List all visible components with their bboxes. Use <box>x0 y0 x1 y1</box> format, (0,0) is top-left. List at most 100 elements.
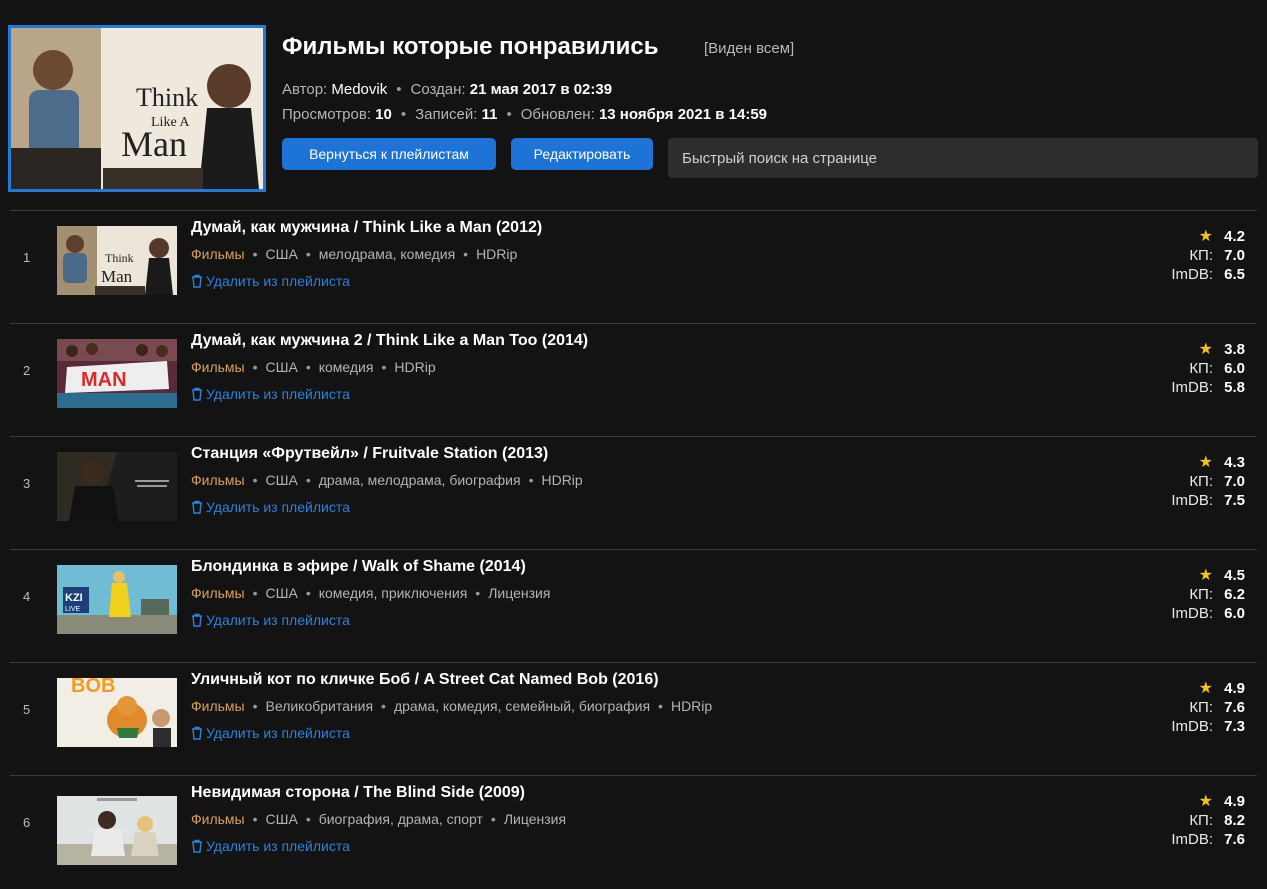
back-to-playlists-button[interactable]: Вернуться к плейлистам <box>282 138 496 170</box>
kp-rating: 6.0 <box>1224 360 1245 377</box>
movie-poster[interactable]: MAN <box>57 339 177 408</box>
remove-label: Удалить из плейлиста <box>206 612 350 628</box>
separator-dot: • <box>381 359 387 375</box>
views-label: Просмотров: <box>282 106 371 123</box>
genres: драма, мелодрама, биография <box>318 472 521 488</box>
updated-label: Обновлен: <box>520 106 595 123</box>
list-item: 4 KZI LIVE Блондинка в эфире / Walk of S… <box>0 550 1267 663</box>
country: США <box>265 246 298 262</box>
remove-label: Удалить из плейлиста <box>206 386 350 402</box>
separator-dot: • <box>400 106 407 123</box>
separator-dot: • <box>506 106 512 123</box>
remove-label: Удалить из плейлиста <box>206 499 350 515</box>
svg-text:BOB: BOB <box>71 678 115 697</box>
kp-rating: 7.6 <box>1224 699 1245 716</box>
category-link[interactable]: Фильмы <box>191 472 245 488</box>
remove-from-playlist-link[interactable]: Удалить из плейлиста <box>191 499 350 515</box>
remove-from-playlist-link[interactable]: Удалить из плейлиста <box>191 612 350 628</box>
imdb-label: ImDB: <box>1171 831 1213 848</box>
user-rating: 4.9 <box>1224 793 1245 810</box>
kp-label: КП: <box>1189 473 1213 490</box>
ratings: ★ 4.9 КП: 8.2 ImDB: 7.6 <box>1171 792 1245 849</box>
movie-info: Фильмы • США • комедия • HDRip <box>191 359 436 375</box>
category-link[interactable]: Фильмы <box>191 585 245 601</box>
star-icon: ★ <box>1198 341 1213 358</box>
ratings: ★ 4.3 КП: 7.0 ImDB: 7.5 <box>1171 453 1245 510</box>
item-number: 4 <box>23 589 31 604</box>
quality: HDRip <box>670 698 713 714</box>
svg-text:Think: Think <box>136 83 198 112</box>
movie-title-link[interactable]: Уличный кот по кличке Боб / A Street Cat… <box>191 671 659 689</box>
imdb-rating: 7.5 <box>1224 492 1245 509</box>
separator-dot: • <box>305 585 311 601</box>
imdb-rating: 5.8 <box>1224 379 1245 396</box>
country: США <box>265 359 298 375</box>
movie-title-link[interactable]: Блондинка в эфире / Walk of Shame (2014) <box>191 558 526 576</box>
remove-from-playlist-link[interactable]: Удалить из плейлиста <box>191 273 350 289</box>
entries-label: Записей: <box>415 106 478 123</box>
quality: HDRip <box>476 246 518 262</box>
item-number: 3 <box>23 476 31 491</box>
entries-count: 11 <box>481 106 498 123</box>
remove-from-playlist-link[interactable]: Удалить из плейлиста <box>191 386 350 402</box>
svg-text:Man: Man <box>121 124 187 164</box>
category-link[interactable]: Фильмы <box>191 811 245 827</box>
star-icon: ★ <box>1198 793 1213 810</box>
visibility-badge: [Виден всем] <box>704 40 795 57</box>
user-rating: 4.3 <box>1224 454 1245 471</box>
list-item: 5 BOB Уличный кот по кличке Боб / A Stre… <box>0 663 1267 776</box>
separator-dot: • <box>252 359 258 375</box>
genres: комедия, приключения <box>318 585 468 601</box>
imdb-rating: 6.5 <box>1224 266 1245 283</box>
imdb-label: ImDB: <box>1171 379 1213 396</box>
movie-info: Фильмы • США • биография, драма, спорт • Лицен… <box>191 811 566 827</box>
movie-poster[interactable] <box>57 452 177 521</box>
movie-poster[interactable]: Think Man <box>57 226 177 295</box>
svg-text:MAN: MAN <box>81 369 127 391</box>
user-rating: 4.5 <box>1224 567 1245 584</box>
edit-button[interactable]: Редактировать <box>511 138 653 170</box>
item-number: 2 <box>23 363 31 378</box>
author-label: Автор: <box>282 81 328 98</box>
playlist-cover-image: Think Like A Man <box>8 25 266 192</box>
category-link[interactable]: Фильмы <box>191 698 245 714</box>
separator-dot: • <box>305 246 311 262</box>
quality: HDRip <box>394 359 436 375</box>
star-icon: ★ <box>1198 228 1213 245</box>
imdb-label: ImDB: <box>1171 266 1213 283</box>
svg-text:Man: Man <box>101 267 133 286</box>
movie-info: Фильмы • США • драма, мелодрама, биография • H… <box>191 472 583 488</box>
imdb-label: ImDB: <box>1171 605 1213 622</box>
remove-from-playlist-link[interactable]: Удалить из плейлиста <box>191 725 350 741</box>
movie-title-link[interactable]: Думай, как мужчина 2 / Think Like a Man … <box>191 332 588 350</box>
genres: мелодрама, комедия <box>318 246 456 262</box>
imdb-label: ImDB: <box>1171 718 1213 735</box>
category-link[interactable]: Фильмы <box>191 246 245 262</box>
item-number: 1 <box>23 250 31 265</box>
country: Великобритания <box>265 698 374 714</box>
star-icon: ★ <box>1198 680 1213 697</box>
category-link[interactable]: Фильмы <box>191 359 245 375</box>
search-input[interactable] <box>668 138 1258 178</box>
country: США <box>265 585 298 601</box>
movie-poster[interactable] <box>57 796 177 865</box>
updated-date: 13 ноября 2021 в 14:59 <box>598 106 768 123</box>
remove-from-playlist-link[interactable]: Удалить из плейлиста <box>191 838 350 854</box>
separator-dot: • <box>252 246 258 262</box>
movie-poster[interactable]: KZI LIVE <box>57 565 177 634</box>
movie-title-link[interactable]: Думай, как мужчина / Think Like a Man (2… <box>191 219 542 237</box>
country: США <box>265 811 298 827</box>
views-count: 10 <box>375 106 392 123</box>
author-link[interactable]: Medovik <box>331 81 387 98</box>
separator-dot: • <box>463 246 469 262</box>
separator-dot: • <box>252 811 258 827</box>
ratings: ★ 4.2 КП: 7.0 ImDB: 6.5 <box>1171 227 1245 284</box>
movie-title-link[interactable]: Станция «Фрутвейл» / Fruitvale Station (… <box>191 445 548 463</box>
ratings: ★ 4.9 КП: 7.6 ImDB: 7.3 <box>1171 679 1245 736</box>
kp-label: КП: <box>1189 247 1213 264</box>
list-item: 2 MAN Думай, как мужчина 2 / Think Like … <box>0 324 1267 437</box>
kp-rating: 6.2 <box>1224 586 1245 603</box>
movie-poster[interactable]: BOB <box>57 678 177 747</box>
playlist-meta-stats: Просмотров: 10 • Записей: 11 • Обновлен: 13 … <box>282 106 767 123</box>
movie-title-link[interactable]: Невидимая сторона / The Blind Side (2009… <box>191 784 525 802</box>
